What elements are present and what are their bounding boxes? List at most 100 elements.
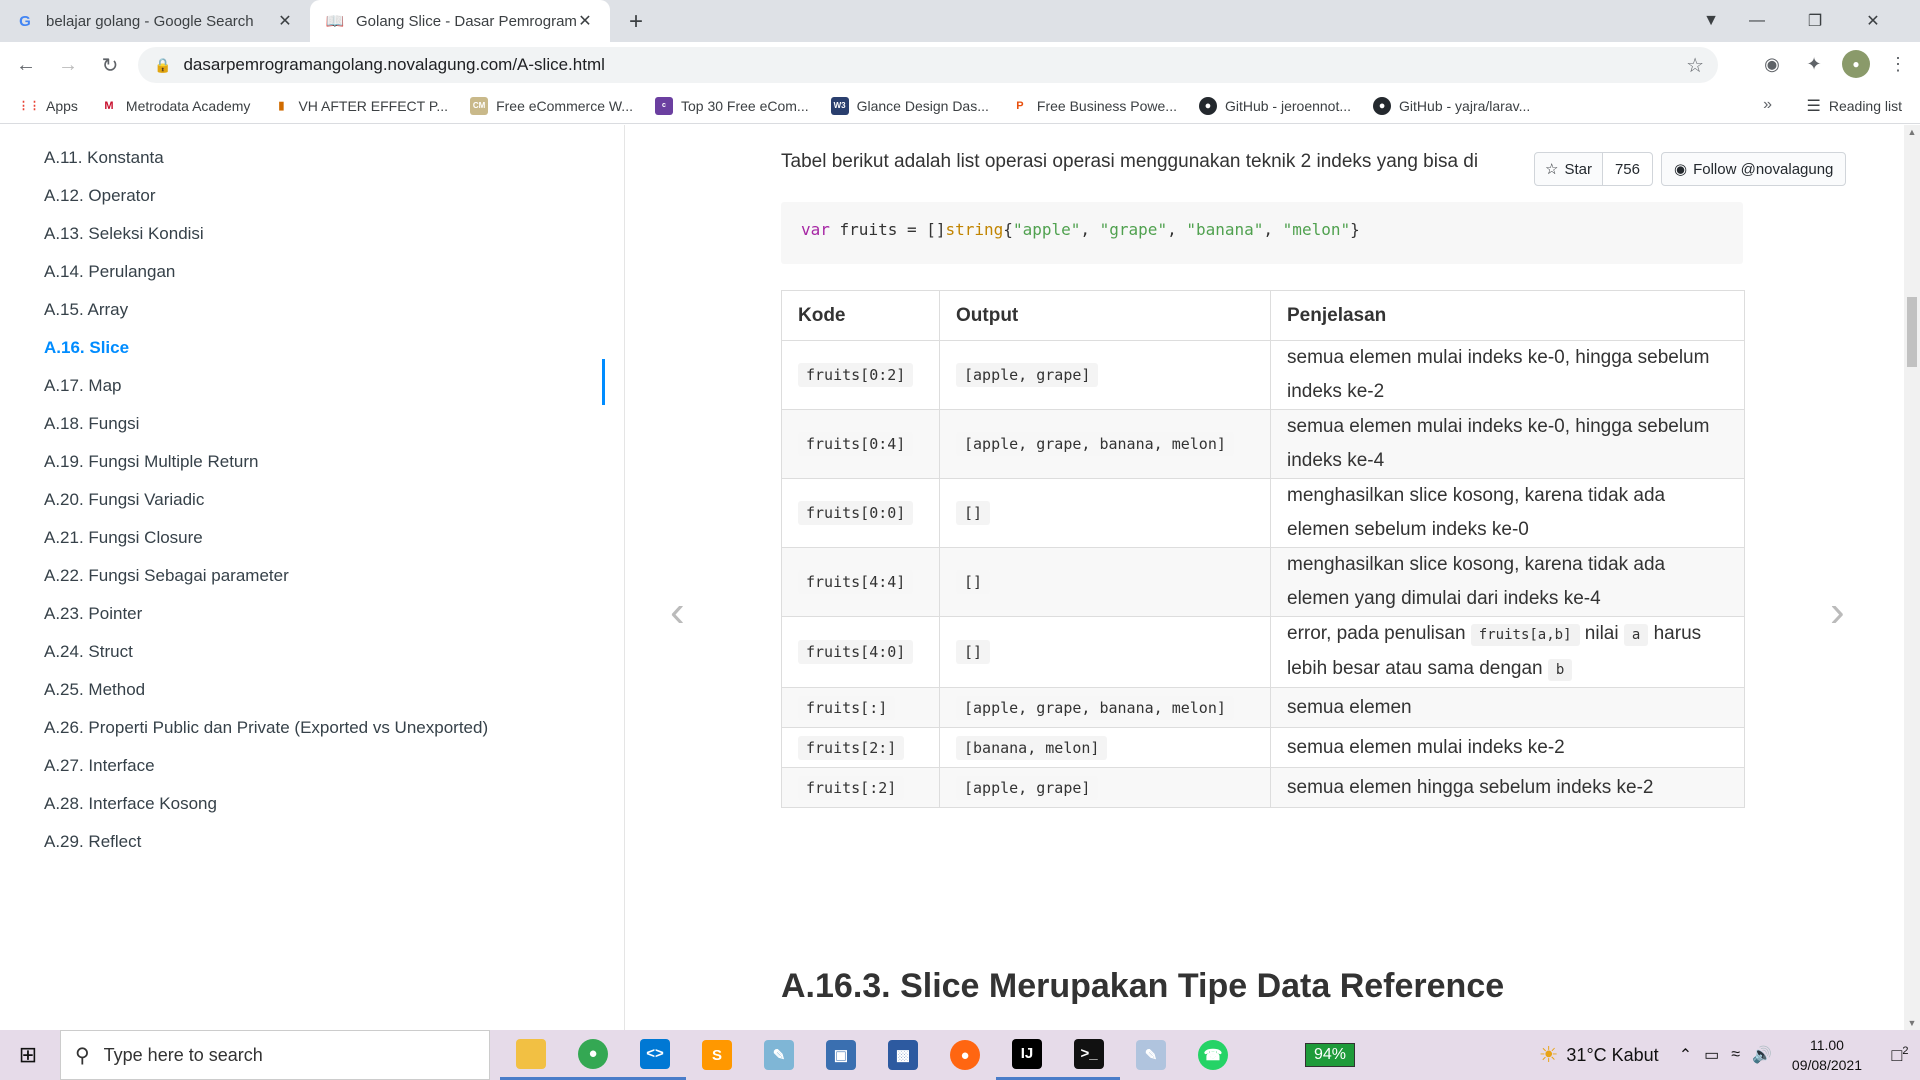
scroll-down-icon[interactable]: ▼ [1904,1018,1920,1028]
tab-golang-slice[interactable]: 📖 Golang Slice - Dasar Pemrogram ✕ [310,0,610,42]
slice-expression: fruits[4:4] [798,570,914,594]
notification-icon[interactable]: □2 [1880,1045,1920,1066]
terminal-app[interactable]: >_ [1058,1030,1120,1080]
bookmark-star-icon[interactable]: ☆ [1686,53,1704,78]
bookmark-business[interactable]: P Free Business Powe... [1011,97,1177,115]
previous-page-arrow[interactable]: ‹ [670,587,685,637]
taskbar-search[interactable]: ⚲ Type here to search [60,1030,490,1080]
code-string: "banana" [1186,220,1264,239]
slice-expression: fruits[4:0] [798,640,914,664]
code-string: "melon" [1282,220,1351,239]
github-follow-button[interactable]: ◉ Follow @novalagung [1661,152,1847,186]
sidebar-item[interactable]: A.27. Interface [44,756,155,776]
sidebar-item[interactable]: A.16. Slice [44,338,129,358]
page-scrollbar[interactable]: ▲ ▼ [1904,125,1920,1030]
menu-dots-icon[interactable]: ⋮ [1884,50,1912,78]
bookmark-github-yajra[interactable]: ● GitHub - yajra/larav... [1373,96,1530,115]
sidebar-item[interactable]: A.24. Struct [44,642,133,662]
active-item-marker [602,359,605,405]
puzzle-icon[interactable]: ✦ [1800,50,1828,78]
paint-icon: ✎ [1136,1040,1166,1070]
whatsapp-app[interactable]: ☎ [1182,1030,1244,1080]
code-cell: fruits[0:0] [781,478,940,548]
sidebar-item[interactable]: A.22. Fungsi Sebagai parameter [44,566,289,586]
network-app[interactable]: ▣ [810,1030,872,1080]
back-icon[interactable]: ← [10,54,42,77]
bookmark-free-ecommerce[interactable]: CM Free eCommerce W... [470,96,633,115]
bookmark-vh-after-effect[interactable]: ▮ VH AFTER EFFECT P... [272,97,448,115]
bookmark-label: Glance Design Das... [856,97,989,114]
sidebar-item[interactable]: A.29. Reflect [44,832,141,852]
search-icon: ⚲ [75,1044,90,1067]
notepad-app[interactable]: ✎ [748,1030,810,1080]
bookmark-label: Free eCommerce W... [496,97,633,114]
bookmarks-bar: ⋮⋮ Apps M Metrodata Academy ▮ VH AFTER EFFE… [0,88,1920,124]
table-row: fruits[:] [apple, grape, banana, melon] se… [781,687,1745,728]
sidebar-item[interactable]: A.14. Perulangan [44,262,175,282]
tab-google-search[interactable]: G belajar golang - Google Search ✕ [0,0,310,42]
sidebar-item[interactable]: A.28. Interface Kosong [44,794,217,814]
battery-indicator[interactable]: 94% [1305,1043,1356,1067]
tab-search-icon[interactable]: ▼ [1696,12,1726,30]
bookmark-top30[interactable]: c Top 30 Free eCom... [654,96,809,115]
avatar[interactable]: ● [1842,50,1870,78]
window-controls: ▼ — ❐ ✕ [1696,0,1902,42]
table-row: fruits[0:2] [apple, grape] semua elemen mu… [781,340,1745,410]
firefox-app[interactable]: ● [934,1030,996,1080]
extension-icon[interactable]: ◉ [1758,50,1786,78]
paint-app[interactable]: ✎ [1120,1030,1182,1080]
battery-icon[interactable]: ▭ [1704,1045,1719,1065]
bookmarks-more-button[interactable]: » [1763,96,1772,114]
remote-app[interactable]: ▩ [872,1030,934,1080]
reload-icon[interactable]: ↻ [94,53,126,78]
sidebar-item[interactable]: A.26. Properti Public dan Private (Expor… [44,718,488,738]
vscode-app[interactable]: <> [624,1030,686,1080]
maximize-icon[interactable]: ❐ [1786,11,1844,31]
window-close-icon[interactable]: ✕ [1844,11,1902,31]
clock[interactable]: 11.00 09/08/2021 [1792,1035,1862,1075]
sidebar-item[interactable]: A.15. Array [44,300,128,320]
column-header: Penjelasan [1270,290,1745,341]
close-icon[interactable]: ✕ [576,11,594,31]
file-explorer-app[interactable] [500,1030,562,1080]
sidebar-item[interactable]: A.25. Method [44,680,145,700]
bookmark-apps[interactable]: ⋮⋮ Apps [18,97,78,115]
sidebar-item[interactable]: A.12. Operator [44,186,156,206]
next-page-arrow[interactable]: › [1830,587,1845,637]
table-row: fruits[0:4] [apple, grape, banana, melon]… [781,409,1745,479]
firefox-icon: ● [950,1040,980,1070]
sidebar-item[interactable]: A.23. Pointer [44,604,142,624]
chrome-app[interactable]: ● [562,1030,624,1080]
volume-icon[interactable]: 🔊 [1752,1045,1772,1065]
bookmark-glance[interactable]: W3 Glance Design Das... [830,96,989,115]
address-bar[interactable]: 🔒 dasarpemrogramangolang.novalagung.com/… [138,47,1718,83]
bookmark-github-jeroen[interactable]: ● GitHub - jeroennot... [1198,96,1351,115]
weather-widget[interactable]: ☀ 31°C Kabut [1539,1042,1659,1068]
scroll-thumb[interactable] [1907,297,1917,367]
intellij-app[interactable]: IJ [996,1030,1058,1080]
sublime-app[interactable]: S [686,1030,748,1080]
scroll-up-icon[interactable]: ▲ [1904,127,1920,137]
new-tab-button[interactable]: + [622,8,650,36]
lock-icon[interactable]: 🔒 [154,57,171,74]
sidebar-item[interactable]: A.19. Fungsi Multiple Return [44,452,259,472]
output-cell: [] [939,547,1271,617]
star-label: Star [1564,160,1592,178]
forward-icon[interactable]: → [52,54,84,77]
code-text: , [1080,220,1100,239]
sidebar-item[interactable]: A.21. Fungsi Closure [44,528,203,548]
sidebar-item[interactable]: A.11. Konstanta [44,148,164,168]
star-count[interactable]: 756 [1602,153,1652,185]
sidebar-item[interactable]: A.13. Seleksi Kondisi [44,224,204,244]
sidebar-item[interactable]: A.20. Fungsi Variadic [44,490,204,510]
sidebar-item[interactable]: A.18. Fungsi [44,414,139,434]
sidebar-item[interactable]: A.17. Map [44,376,122,396]
reading-list-button[interactable]: ☰ Reading list [1807,96,1903,116]
minimize-icon[interactable]: — [1728,12,1786,30]
chevron-up-icon[interactable]: ⌃ [1679,1045,1692,1065]
close-icon[interactable]: ✕ [276,11,294,31]
windows-start-icon[interactable]: ⊞ [0,1042,56,1068]
github-star-button[interactable]: ☆ Star 756 [1534,152,1653,186]
wifi-icon[interactable]: ≈ [1731,1046,1740,1064]
bookmark-metrodata[interactable]: M Metrodata Academy [100,97,250,115]
